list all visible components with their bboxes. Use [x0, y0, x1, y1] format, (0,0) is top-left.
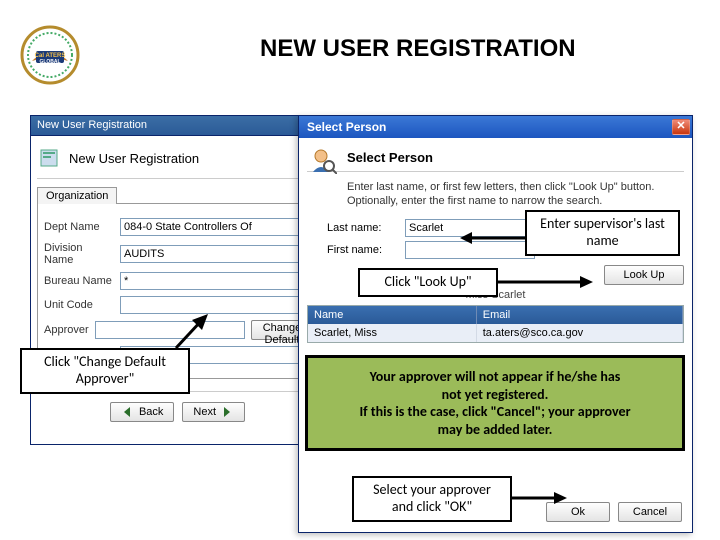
back-button-label: Back: [139, 406, 163, 418]
cancel-button[interactable]: Cancel: [618, 502, 682, 522]
page-title: NEW USER REGISTRATION: [260, 35, 576, 63]
back-button[interactable]: Back: [110, 402, 174, 422]
next-button-label: Next: [193, 406, 216, 418]
col-header-name[interactable]: Name: [308, 306, 477, 324]
label-firstname: First name:: [327, 244, 399, 256]
label-bureau: Bureau Name: [44, 275, 114, 287]
tab-organization[interactable]: Organization: [37, 187, 117, 204]
arrow-left-icon: [121, 405, 135, 419]
dept-field[interactable]: [120, 218, 311, 236]
arrow-right-icon: [512, 488, 567, 508]
division-field[interactable]: [120, 245, 311, 263]
arrow-up-right-icon: [172, 310, 212, 352]
cell-email: ta.aters@sco.ca.gov: [477, 324, 683, 342]
results-grid: Name Email Scarlet, Miss ta.aters@sco.ca…: [307, 305, 684, 343]
col-header-email[interactable]: Email: [477, 306, 683, 324]
titlebar-back: New User Registration: [31, 116, 324, 136]
callout-click-lookup: Click "Look Up": [358, 268, 498, 297]
label-unit: Unit Code: [44, 299, 114, 311]
label-division: Division Name: [44, 242, 114, 266]
arrow-left-icon: [460, 228, 530, 248]
person-search-icon: [309, 146, 337, 174]
callout-enter-lastname: Enter supervisor's last name: [525, 210, 680, 256]
arrow-right-icon: [220, 405, 234, 419]
section-heading: New User Registration: [69, 151, 199, 166]
arrow-right-icon: [498, 272, 593, 292]
bureau-field[interactable]: [120, 272, 311, 290]
approver-field[interactable]: [95, 321, 245, 339]
svg-text:GLOBAL: GLOBAL: [39, 59, 60, 65]
label-lastname: Last name:: [327, 222, 399, 234]
callout-change-approver: Click "Change Default Approver": [20, 348, 190, 394]
unit-field[interactable]: [120, 296, 311, 314]
window-select-person: Select Person ✕ Select Person Enter last…: [298, 115, 693, 533]
window-new-user-registration: New User Registration New User Registrat…: [30, 115, 325, 445]
label-approver: Approver: [44, 324, 89, 336]
calaters-logo: Cal ATERS GLOBAL: [20, 25, 80, 85]
next-button[interactable]: Next: [182, 402, 245, 422]
close-icon[interactable]: ✕: [672, 119, 690, 135]
callout-approver-note: Your approver will not appear if he/she …: [305, 355, 685, 451]
table-row[interactable]: Scarlet, Miss ta.aters@sco.ca.gov: [308, 324, 683, 342]
callout-select-ok: Select your approver and click "OK": [352, 476, 512, 522]
form-icon: [39, 146, 63, 170]
instruction-text: Enter last name, or first few letters, t…: [307, 180, 684, 209]
select-person-heading: Select Person: [307, 146, 684, 165]
label-dept: Dept Name: [44, 221, 114, 233]
cell-name: Scarlet, Miss: [308, 324, 477, 342]
titlebar-front: Select Person: [307, 120, 386, 134]
lookup-button[interactable]: Look Up: [604, 265, 684, 285]
